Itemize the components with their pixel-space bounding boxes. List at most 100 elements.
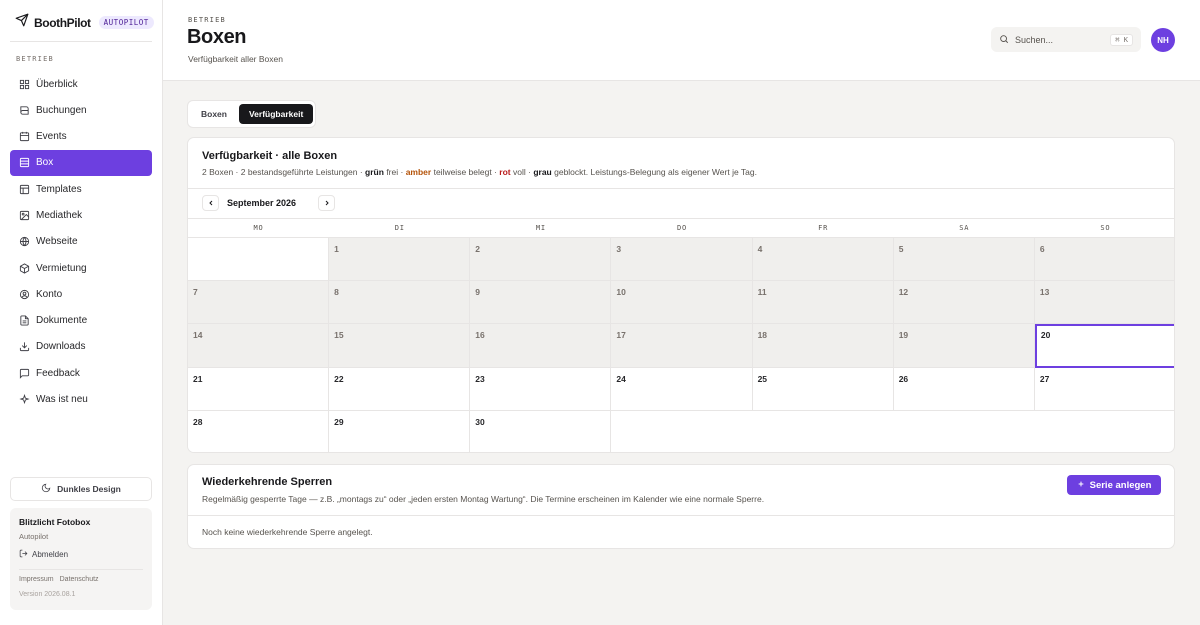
- layout-icon: [18, 183, 30, 195]
- divider: [19, 569, 143, 570]
- calendar-day[interactable]: 26: [893, 367, 1035, 411]
- sidebar-item-buchungen[interactable]: Buchungen: [10, 97, 152, 123]
- month-navigation: September 2026: [202, 195, 336, 211]
- availability-title: Verfügbarkeit · alle Boxen: [202, 150, 338, 162]
- avatar[interactable]: NH: [1151, 28, 1175, 52]
- calendar-day[interactable]: 7: [188, 281, 330, 325]
- calendar-day-today[interactable]: 20: [1034, 324, 1174, 368]
- calendar-day[interactable]: 30: [470, 410, 612, 452]
- legend-red: rot: [499, 167, 511, 177]
- sidebar-item-label: Konto: [36, 288, 63, 300]
- calendar-grid: 1 2 3 4 5 6 7 8 9 10 11 12 13 14 15 16 17 18 19 20 21 22 23 24 2…: [188, 238, 1174, 452]
- calendar-day[interactable]: 8: [329, 281, 471, 325]
- recurring-blocks-card: Wiederkehrende Sperren Regelmäßig gesper…: [187, 464, 1175, 549]
- weekday-label: DO: [676, 224, 687, 232]
- sidebar-item-mediathek[interactable]: Mediathek: [10, 202, 152, 228]
- calendar-day[interactable]: 2: [470, 238, 612, 282]
- calendar-day[interactable]: 4: [752, 238, 894, 282]
- account-panel: Blitzlicht Fotobox Autopilot Abmelden Im…: [10, 508, 152, 610]
- calendar-day[interactable]: 17: [611, 324, 753, 368]
- package-icon: [18, 262, 30, 274]
- grid-icon: [18, 78, 30, 90]
- sidebar-item-box[interactable]: Box: [10, 149, 152, 176]
- calendar-day[interactable]: 19: [893, 324, 1035, 368]
- brand[interactable]: BoothPilot AUTOPILOT: [15, 13, 154, 31]
- globe-icon: [18, 236, 30, 248]
- weekday-label: FR: [818, 224, 829, 232]
- recurring-title: Wiederkehrende Sperren: [202, 476, 333, 488]
- account-plan: Autopilot: [19, 532, 49, 541]
- prev-month-button[interactable]: [202, 195, 219, 211]
- calendar-day[interactable]: 15: [329, 324, 471, 368]
- calendar-day[interactable]: 16: [470, 324, 612, 368]
- calendar-day[interactable]: 23: [470, 367, 612, 411]
- sidebar-item-feedback[interactable]: Feedback: [10, 360, 152, 386]
- page-header: BETRIEB Boxen Verfügbarkeit aller Boxen …: [163, 0, 1200, 81]
- file-icon: [18, 315, 30, 327]
- sidebar-item-webseite[interactable]: Webseite: [10, 229, 152, 255]
- sidebar-item-label: Buchungen: [36, 104, 87, 116]
- divider: [10, 41, 152, 42]
- calendar-day[interactable]: 10: [611, 281, 753, 325]
- calendar-day[interactable]: 18: [752, 324, 894, 368]
- download-icon: [18, 341, 30, 353]
- version-text: Version 2026.08.1: [19, 591, 76, 598]
- view-tabs: Boxen Verfügbarkeit: [187, 100, 316, 128]
- brand-badge: AUTOPILOT: [98, 16, 154, 29]
- next-month-button[interactable]: [318, 195, 336, 211]
- calendar-day[interactable]: 12: [893, 281, 1035, 325]
- calendar-day[interactable]: 25: [752, 367, 894, 411]
- image-icon: [18, 209, 30, 221]
- user-icon: [18, 288, 30, 300]
- calendar-day[interactable]: 5: [893, 238, 1035, 282]
- calendar-day[interactable]: 13: [1034, 281, 1174, 325]
- datenschutz-link[interactable]: Datenschutz: [60, 576, 99, 583]
- calendar-day[interactable]: 21: [188, 367, 330, 411]
- tab-verfuegbarkeit[interactable]: Verfügbarkeit: [238, 104, 314, 124]
- sidebar-item-label: Mediathek: [36, 209, 83, 221]
- sidebar-item-ueberblick[interactable]: Überblick: [10, 71, 152, 97]
- sidebar-item-label: Dokumente: [36, 315, 88, 327]
- legend-amber-text: teilweise belegt ·: [433, 167, 497, 177]
- sidebar-item-label: Templates: [36, 183, 82, 195]
- search-input[interactable]: Suchen... ⌘ K: [991, 27, 1141, 52]
- box-icon: [18, 157, 30, 169]
- calendar-day[interactable]: 9: [470, 281, 612, 325]
- month-label: September 2026: [227, 198, 297, 208]
- calendar-day[interactable]: 22: [329, 367, 471, 411]
- calendar-day[interactable]: 24: [611, 367, 753, 411]
- availability-card: Verfügbarkeit · alle Boxen 2 Boxen · 2 b…: [187, 137, 1175, 453]
- legend-gray: grau: [533, 167, 552, 177]
- chevron-left-icon: [207, 194, 215, 212]
- calendar-icon: [18, 131, 30, 143]
- sidebar-item-konto[interactable]: Konto: [10, 281, 152, 307]
- calendar-day[interactable]: 1: [329, 238, 471, 282]
- search-icon: [999, 31, 1009, 49]
- logout-button[interactable]: Abmelden: [19, 549, 143, 560]
- calendar-day[interactable]: 27: [1034, 367, 1174, 411]
- calendar-day[interactable]: 6: [1034, 238, 1174, 282]
- dark-mode-button[interactable]: Dunkles Design: [10, 477, 152, 501]
- brand-name: BoothPilot: [34, 15, 91, 30]
- book-icon: [18, 104, 30, 116]
- calendar-day[interactable]: 11: [752, 281, 894, 325]
- weekday-header: MO DI MI DO FR SA SO: [188, 218, 1174, 238]
- create-series-button[interactable]: Serie anlegen: [1067, 475, 1161, 495]
- recurring-description: Regelmäßig gesperrte Tage — z.B. „montag…: [202, 494, 765, 504]
- calendar-day[interactable]: 28: [188, 410, 330, 452]
- plus-icon: [1077, 480, 1085, 491]
- sidebar-item-label: Webseite: [36, 236, 78, 248]
- calendar-day[interactable]: 29: [329, 410, 471, 452]
- tab-boxen[interactable]: Boxen: [191, 104, 237, 124]
- sidebar-item-events[interactable]: Events: [10, 124, 152, 150]
- sidebar-item-dokumente[interactable]: Dokumente: [10, 308, 152, 334]
- sidebar-item-was-ist-neu[interactable]: Was ist neu: [10, 387, 152, 413]
- impressum-link[interactable]: Impressum: [19, 576, 54, 583]
- sidebar-item-downloads[interactable]: Downloads: [10, 334, 152, 360]
- sidebar-item-vermietung[interactable]: Vermietung: [10, 255, 152, 281]
- calendar-day[interactable]: 14: [188, 324, 330, 368]
- create-series-label: Serie anlegen: [1089, 479, 1152, 491]
- sidebar-item-templates[interactable]: Templates: [10, 176, 152, 202]
- sidebar: BoothPilot AUTOPILOT BETRIEB Überblick B…: [0, 0, 163, 625]
- calendar-day[interactable]: 3: [611, 238, 753, 282]
